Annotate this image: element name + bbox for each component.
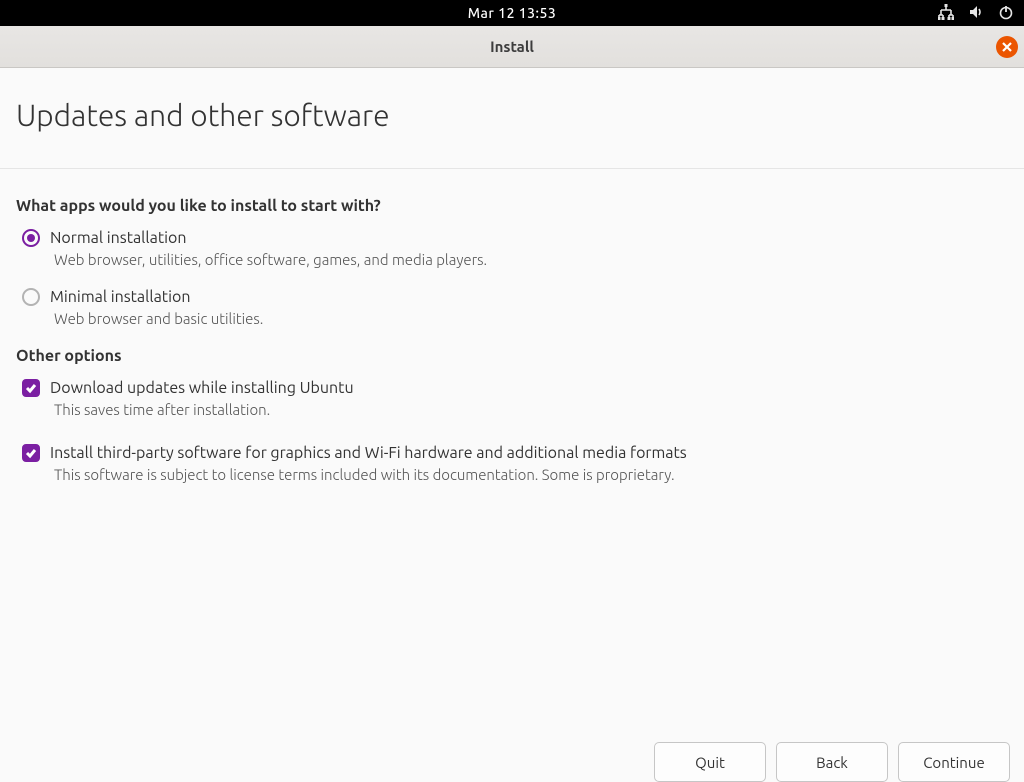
radio-icon: [22, 288, 40, 306]
minimal-installation-desc: Web browser and basic utilities.: [54, 310, 1008, 327]
checkbox-icon: [22, 444, 40, 462]
back-button[interactable]: Back: [776, 742, 888, 782]
close-button[interactable]: [996, 36, 1018, 58]
network-icon[interactable]: [938, 4, 954, 23]
divider: [0, 168, 1024, 169]
checkbox-label: Install third-party software for graphic…: [50, 444, 687, 462]
wizard-buttons: Quit Back Continue: [654, 742, 1010, 782]
system-tray: [938, 4, 1014, 23]
datetime-label: Mar 12 13:53: [468, 5, 557, 21]
window-titlebar: Install: [0, 26, 1024, 68]
window-title: Install: [490, 38, 534, 55]
radio-icon: [22, 229, 40, 247]
radio-label: Minimal installation: [50, 288, 190, 306]
checkbox-icon: [22, 379, 40, 397]
gnome-top-bar: Mar 12 13:53: [0, 0, 1024, 26]
continue-button[interactable]: Continue: [898, 742, 1010, 782]
other-options-heading: Other options: [16, 347, 1008, 365]
download-updates-desc: This saves time after installation.: [54, 401, 1008, 418]
third-party-desc: This software is subject to license term…: [54, 466, 1008, 483]
page-title: Updates and other software: [16, 98, 1008, 132]
radio-minimal-installation[interactable]: Minimal installation: [22, 288, 1008, 306]
volume-icon[interactable]: [968, 4, 984, 23]
checkbox-label: Download updates while installing Ubuntu: [50, 379, 354, 397]
checkbox-third-party[interactable]: Install third-party software for graphic…: [22, 444, 1008, 462]
checkbox-download-updates[interactable]: Download updates while installing Ubuntu: [22, 379, 1008, 397]
radio-label: Normal installation: [50, 229, 187, 247]
normal-installation-desc: Web browser, utilities, office software,…: [54, 251, 1008, 268]
close-icon: [1002, 38, 1012, 55]
radio-normal-installation[interactable]: Normal installation: [22, 229, 1008, 247]
power-icon[interactable]: [998, 4, 1014, 23]
quit-button[interactable]: Quit: [654, 742, 766, 782]
installer-content: Updates and other software What apps wou…: [0, 98, 1024, 483]
apps-heading: What apps would you like to install to s…: [16, 197, 1008, 215]
